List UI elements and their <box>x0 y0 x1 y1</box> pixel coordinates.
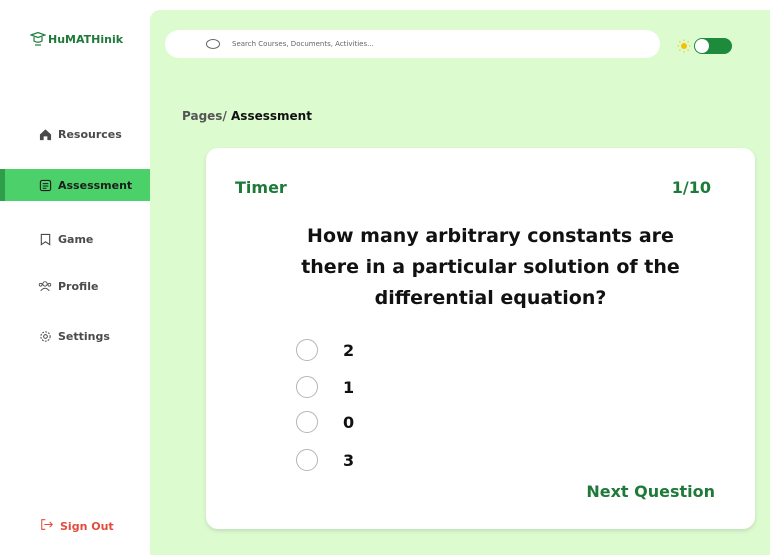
sidebar-item-resources[interactable]: Resources <box>0 118 150 150</box>
answer-option[interactable]: 3 <box>296 449 354 471</box>
question-card: Timer 1/10 How many arbitrary constants … <box>206 148 755 529</box>
radio-button[interactable] <box>296 376 318 398</box>
question-progress: 1/10 <box>671 178 711 197</box>
option-label: 1 <box>343 377 355 397</box>
main-content: Search Courses, Documents, Activities...… <box>150 10 770 555</box>
document-icon <box>38 178 52 192</box>
breadcrumb: Pages/ Assessment <box>182 109 312 123</box>
bookmark-icon <box>38 232 52 246</box>
sign-out-label: Sign Out <box>60 519 114 533</box>
home-icon <box>38 127 52 141</box>
sidebar-item-settings[interactable]: Settings <box>0 320 150 352</box>
next-question-button[interactable]: Next Question <box>586 482 715 501</box>
sidebar-item-label: Profile <box>58 279 99 293</box>
sign-out-button[interactable]: Sign Out <box>40 518 114 534</box>
option-label: 0 <box>343 412 355 432</box>
sidebar-item-label: Resources <box>58 127 122 141</box>
search-input[interactable]: Search Courses, Documents, Activities... <box>232 40 374 48</box>
radio-button[interactable] <box>296 449 318 471</box>
sidebar-item-label: Game <box>58 232 94 246</box>
sidebar: HuMATHinik Resources Assessment Game Pro… <box>0 0 150 555</box>
sidebar-item-game[interactable]: Game <box>0 223 150 255</box>
search-bar[interactable]: Search Courses, Documents, Activities... <box>165 30 660 58</box>
app-logo[interactable]: HuMATHinik <box>30 31 123 47</box>
sidebar-item-profile[interactable]: Profile <box>0 270 150 302</box>
answer-option[interactable]: 2 <box>296 339 354 361</box>
answer-option[interactable]: 0 <box>296 411 354 433</box>
app-name: HuMATHinik <box>48 32 124 46</box>
users-icon <box>38 279 52 293</box>
graduation-cap-icon <box>30 31 46 46</box>
answer-option[interactable]: 1 <box>296 376 354 398</box>
sidebar-item-label: Assessment <box>58 178 133 192</box>
sign-out-icon <box>40 518 54 534</box>
sun-icon <box>677 38 691 57</box>
radio-button[interactable] <box>296 411 318 433</box>
sidebar-item-label: Settings <box>58 329 110 343</box>
question-text: How many arbitrary constants are there i… <box>301 225 680 309</box>
breadcrumb-current: Assessment <box>231 109 312 123</box>
toggle-knob <box>695 39 709 53</box>
gear-icon <box>38 329 52 343</box>
search-icon <box>205 38 221 50</box>
sidebar-item-assessment[interactable]: Assessment <box>0 169 150 201</box>
timer-label: Timer <box>235 178 287 197</box>
option-label: 2 <box>343 340 355 360</box>
option-label: 3 <box>343 450 355 470</box>
theme-toggle[interactable] <box>694 38 732 54</box>
radio-button[interactable] <box>296 339 318 361</box>
breadcrumb-prefix[interactable]: Pages/ <box>182 109 227 123</box>
